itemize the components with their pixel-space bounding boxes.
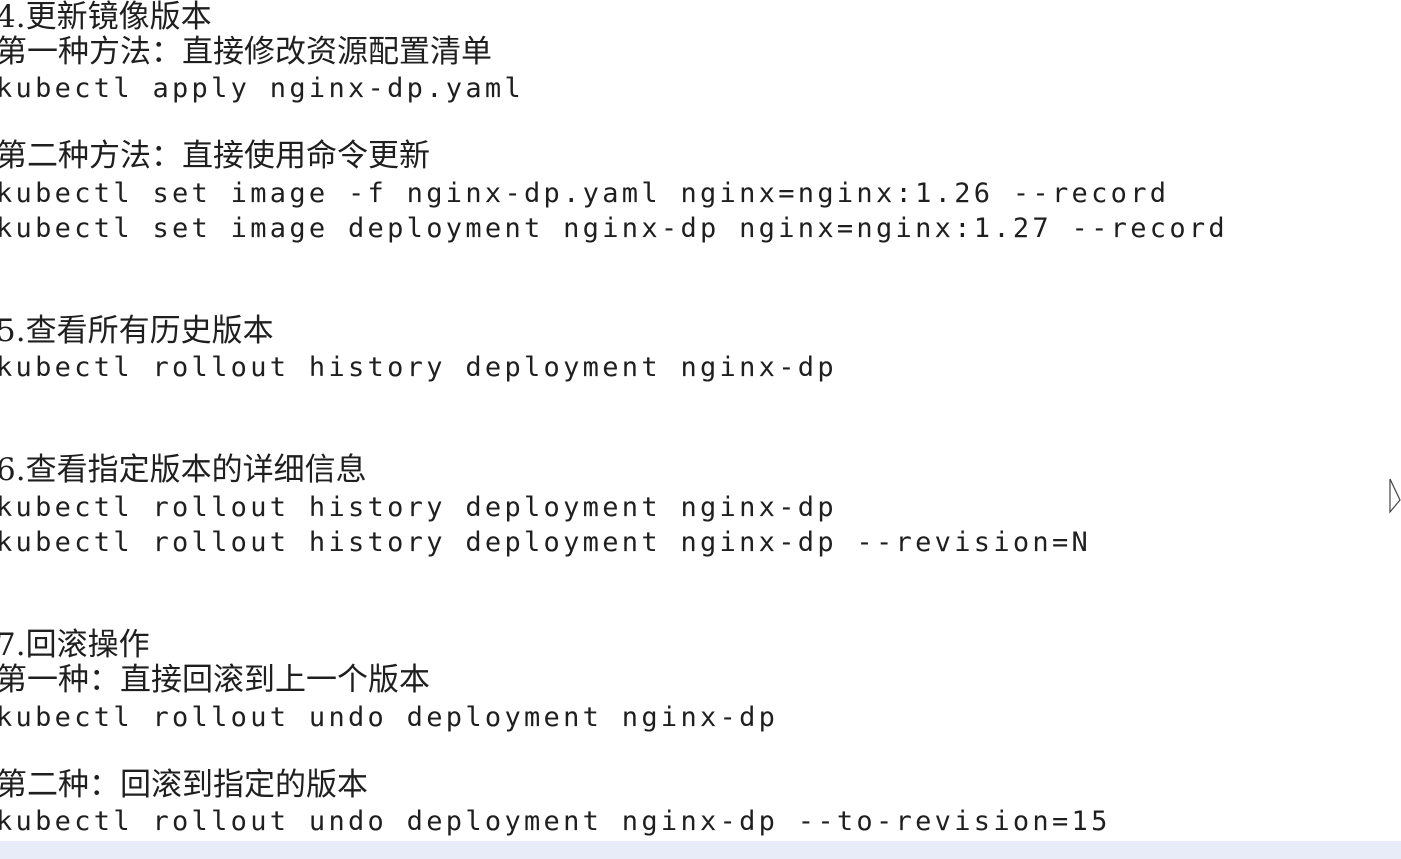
code-line: kubectl set image deployment nginx-dp ng… <box>0 213 1228 244</box>
highlighted-line-band <box>0 841 1401 859</box>
code-line: kubectl set image -f nginx-dp.yaml nginx… <box>0 178 1170 209</box>
code-line: kubectl rollout history deployment nginx… <box>0 527 1092 558</box>
code-line: kubectl rollout history deployment nginx… <box>0 352 837 383</box>
rollback-method-2-heading: 第二种：回滚到指定的版本 <box>0 767 368 803</box>
method-2-heading: 第二种方法：直接使用命令更新 <box>0 138 430 174</box>
code-line: kubectl rollout undo deployment nginx-dp <box>0 702 779 733</box>
mouse-pointer-icon <box>1389 478 1401 514</box>
section-6-heading: 6.查看指定版本的详细信息 <box>0 452 367 488</box>
section-5-heading: 5.查看所有历史版本 <box>0 313 274 349</box>
rollback-method-1-heading: 第一种：直接回滚到上一个版本 <box>0 662 430 698</box>
code-line: kubectl rollout undo deployment nginx-dp… <box>0 806 1111 837</box>
code-line: kubectl rollout history deployment nginx… <box>0 492 837 523</box>
section-4-heading: 4.更新镜像版本 <box>0 0 212 35</box>
document: 4.更新镜像版本 第一种方法：直接修改资源配置清单 kubectl apply … <box>0 0 1401 859</box>
code-line: kubectl apply nginx-dp.yaml <box>0 73 524 104</box>
method-1-heading: 第一种方法：直接修改资源配置清单 <box>0 34 492 70</box>
section-7-heading: 7.回滚操作 <box>0 627 150 663</box>
